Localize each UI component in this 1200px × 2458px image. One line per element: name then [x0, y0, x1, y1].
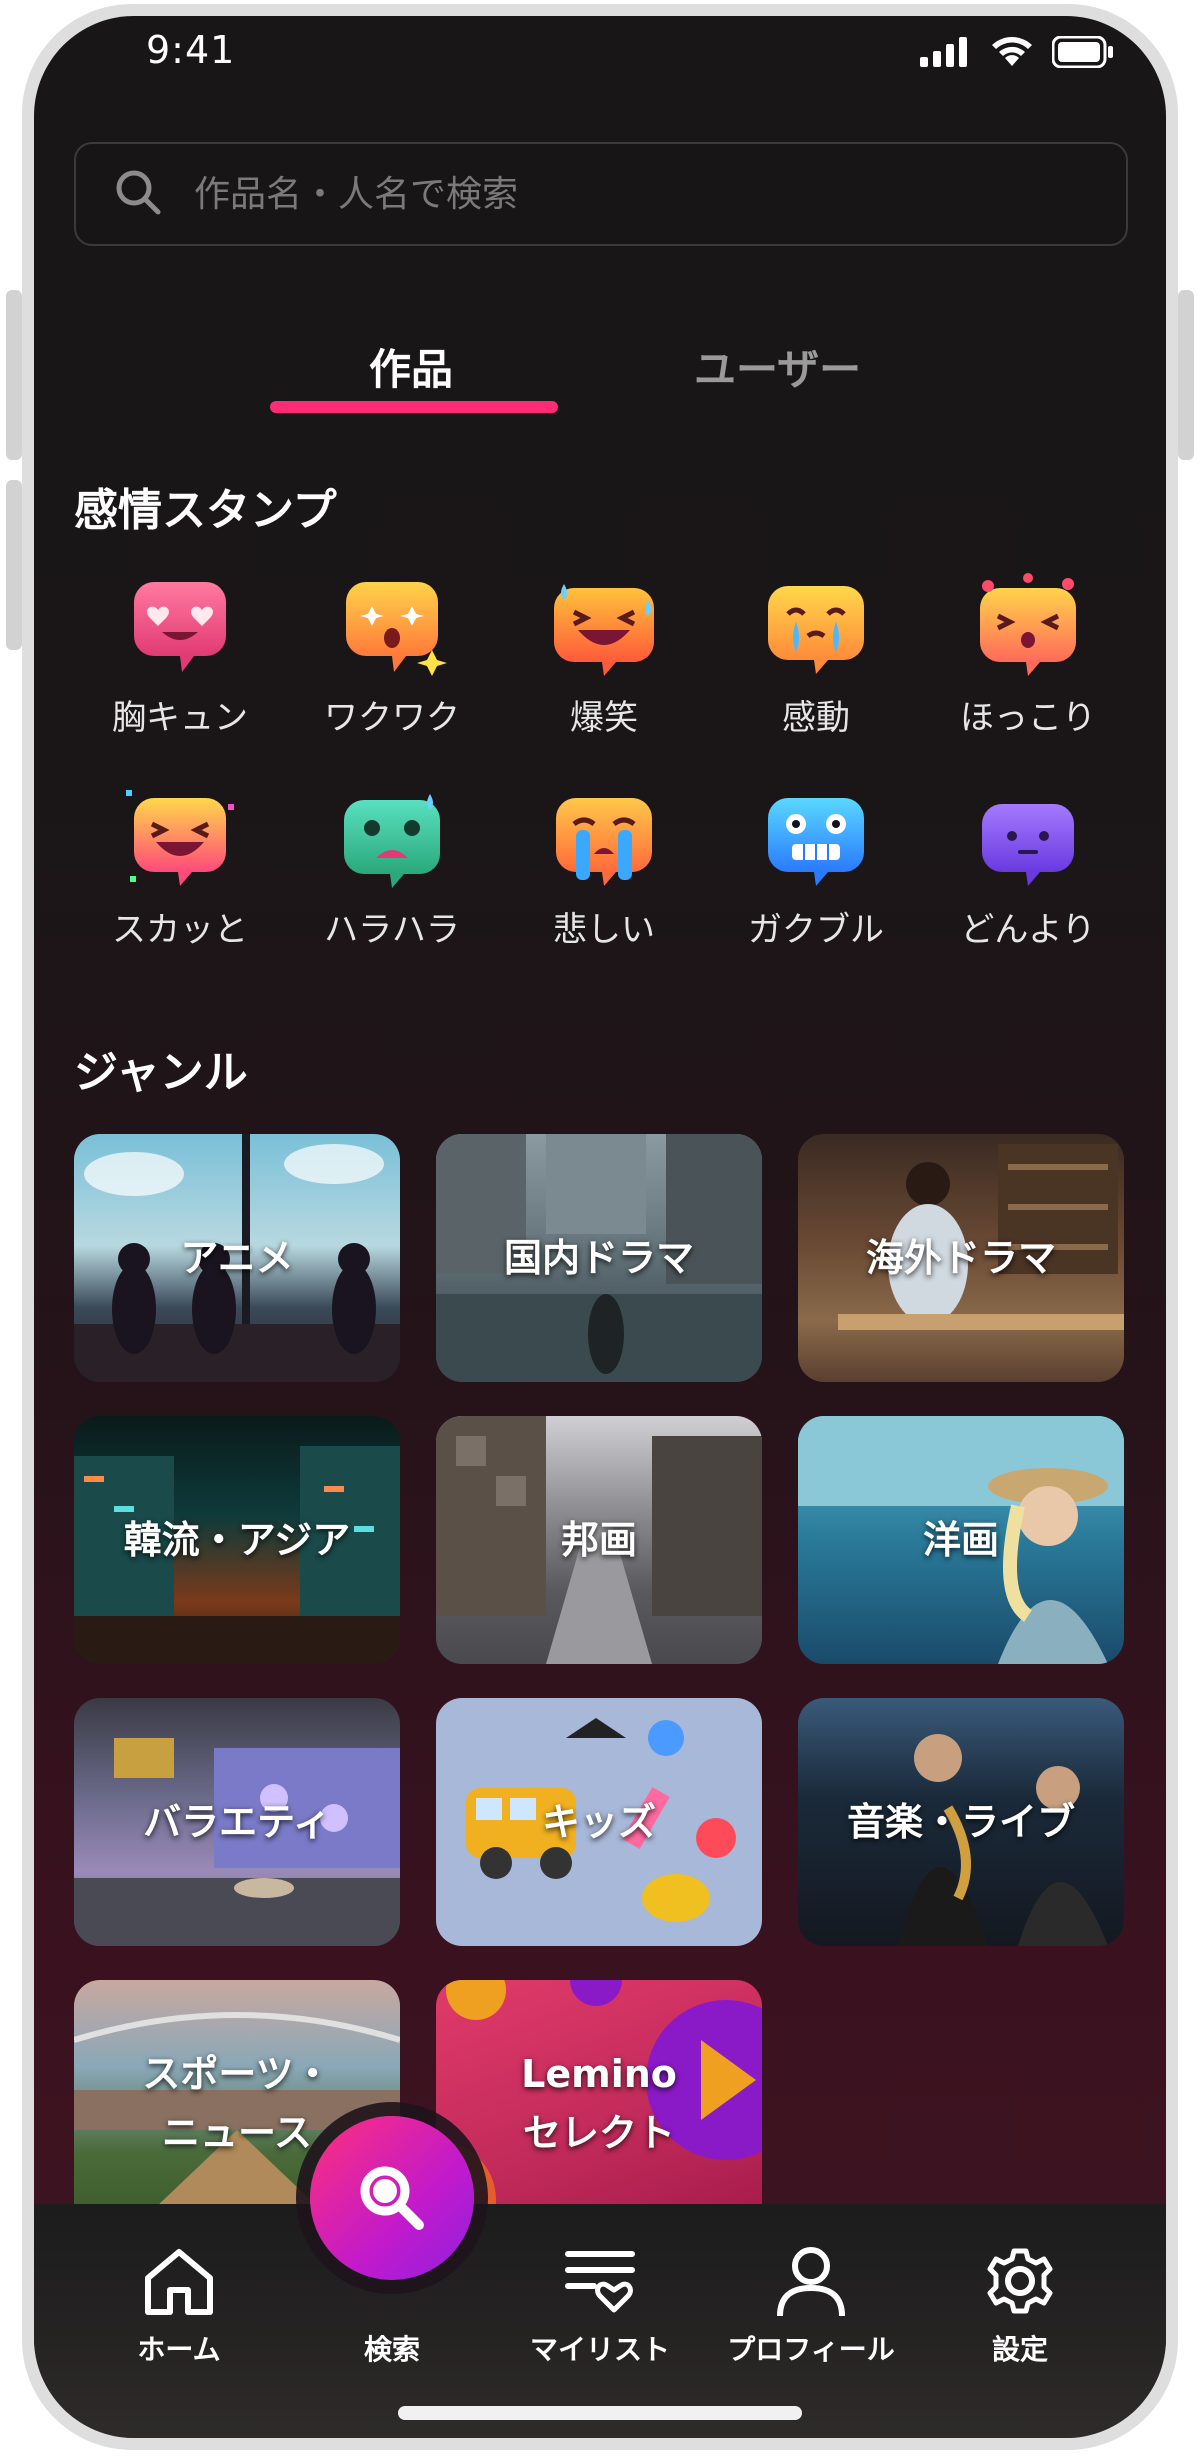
genre-label: 韓流・アジア: [123, 1517, 351, 1562]
stamp-label: どんより: [960, 910, 1096, 950]
wifi-icon: [992, 37, 1032, 66]
stamp-sad[interactable]: 悲しい: [499, 784, 709, 984]
status-icons: [920, 36, 1114, 68]
power-button: [1178, 290, 1194, 460]
stamp-nervous[interactable]: ハラハラ: [287, 784, 497, 984]
stamp-label: ガクブル: [748, 910, 884, 950]
scared-stamp-icon: [768, 798, 864, 886]
tab-bar: 作品 ユーザー: [34, 316, 1166, 436]
refreshing-stamp-icon: [126, 790, 234, 886]
nav-label: ホーム: [137, 2333, 221, 2366]
stamp-label: ほっこり: [960, 698, 1096, 738]
tab-works[interactable]: 作品: [369, 336, 453, 397]
genre-card-anime[interactable]: アニメ: [74, 1134, 400, 1382]
nav-label: プロフィール: [727, 2333, 895, 2366]
genre-label: 音楽・ライブ: [846, 1799, 1075, 1844]
genre-card-lemino-select[interactable]: Lemino セレクト: [436, 1980, 762, 2228]
genre-card-music-live[interactable]: 音楽・ライブ: [798, 1698, 1124, 1946]
mylist-icon: [565, 2251, 635, 2313]
stamp-refreshing[interactable]: スカッと: [75, 784, 285, 984]
status-time: 9:41: [146, 28, 236, 72]
genre-card-japanese-film[interactable]: 邦画: [436, 1416, 762, 1664]
genre-card-variety[interactable]: バラエティ: [74, 1698, 400, 1946]
search-fab-button[interactable]: [310, 2116, 474, 2280]
genre-label: キッズ: [541, 1799, 656, 1844]
nav-label: 設定: [991, 2333, 1048, 2366]
nav-search[interactable]: 検索: [292, 2322, 492, 2368]
genre-label: Lemino セレクト: [521, 2052, 677, 2155]
genre-card-korean-asian[interactable]: 韓流・アジア: [74, 1416, 400, 1664]
sad-stamp-icon: [556, 798, 652, 886]
nav-mylist[interactable]: マイリスト: [500, 2244, 700, 2368]
genre-card-western-film[interactable]: 洋画: [798, 1416, 1124, 1664]
stamp-label: 爆笑: [570, 698, 638, 738]
volume-up-button: [6, 290, 22, 460]
nav-home[interactable]: ホーム: [79, 2244, 279, 2368]
home-icon: [145, 2249, 213, 2315]
search-bar[interactable]: [74, 142, 1128, 246]
stamp-gloomy[interactable]: どんより: [923, 784, 1133, 984]
heart-eyes-stamp-icon: [134, 582, 226, 672]
excited-stamp-icon: [346, 582, 447, 676]
stamp-label: スカッと: [112, 910, 248, 950]
nav-label: マイリスト: [529, 2333, 670, 2366]
genre-label: 国内ドラマ: [503, 1235, 694, 1280]
home-indicator: [398, 2406, 802, 2420]
genre-card-foreign-drama[interactable]: 海外ドラマ: [798, 1134, 1124, 1382]
genre-label: 邦画: [560, 1517, 637, 1562]
emotion-section-title: 感情スタンプ: [74, 485, 337, 536]
nav-settings[interactable]: 設定: [920, 2244, 1120, 2368]
genre-card-kids[interactable]: キッズ: [436, 1698, 762, 1946]
phone-frame: 9:41 作品名・人名で検索 作品 ユーザー 感情スタンプ 胸キュン ワクワク …: [0, 0, 1200, 2458]
search-input[interactable]: [192, 172, 1096, 216]
moved-tears-stamp-icon: [768, 586, 864, 674]
genre-label: 海外ドラマ: [865, 1235, 1056, 1280]
search-icon: [360, 2166, 424, 2230]
tab-users[interactable]: ユーザー: [694, 336, 861, 397]
genre-label: アニメ: [180, 1235, 294, 1280]
status-bar: 9:41: [34, 16, 1166, 96]
search-icon: [116, 170, 161, 215]
active-tab-indicator: [270, 401, 558, 413]
genre-label: バラエティ: [143, 1799, 331, 1844]
stamp-warm[interactable]: ほっこり: [923, 572, 1133, 772]
stamp-laughing[interactable]: 爆笑: [499, 572, 709, 772]
laughing-stamp-icon: [554, 584, 654, 676]
nav-profile[interactable]: プロフィール: [711, 2244, 911, 2368]
warm-stamp-icon: [980, 573, 1076, 676]
genre-card-domestic-drama[interactable]: 国内ドラマ: [436, 1134, 762, 1382]
settings-gear-icon: [987, 2248, 1053, 2314]
genre-label: 洋画: [922, 1517, 999, 1562]
stamp-label: ハラハラ: [324, 910, 460, 950]
stamp-label: 胸キュン: [112, 698, 248, 738]
stamp-heart-eyes[interactable]: 胸キュン: [75, 572, 285, 772]
stamp-scared[interactable]: ガクブル: [711, 784, 921, 984]
volume-down-button: [6, 480, 22, 650]
stamp-moved[interactable]: 感動: [711, 572, 921, 772]
app-screen: 9:41 作品名・人名で検索 作品 ユーザー 感情スタンプ 胸キュン ワクワク …: [34, 16, 1166, 2438]
gloomy-stamp-icon: [982, 804, 1074, 886]
stamp-label: ワクワク: [324, 698, 460, 738]
stamp-label: 悲しい: [553, 910, 655, 950]
genre-section-title: ジャンル: [74, 1047, 248, 1098]
battery-icon: [1052, 36, 1113, 68]
cellular-signal-icon: [920, 37, 967, 67]
nervous-stamp-icon: [344, 794, 440, 888]
profile-icon: [777, 2247, 845, 2317]
stamp-excited[interactable]: ワクワク: [287, 572, 497, 772]
nav-label: 検索: [363, 2333, 420, 2366]
stamp-label: 感動: [782, 698, 850, 738]
bottom-navigation: ホーム 検索 マイリスト プロフィール 設定: [34, 2204, 1166, 2438]
